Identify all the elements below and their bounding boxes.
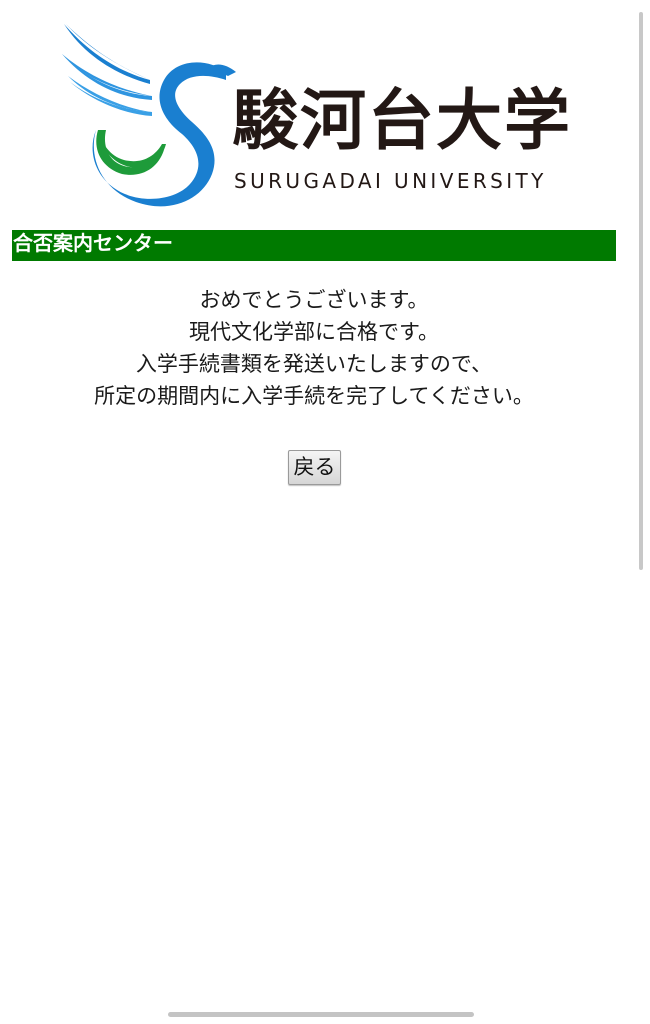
section-title: 合否案内センター xyxy=(13,231,173,255)
result-message: おめでとうございます。 現代文化学部に合格です。 入学手続書類を発送いたしますの… xyxy=(12,284,616,412)
back-button[interactable]: 戻る xyxy=(288,450,341,485)
message-line: 入学手続書類を発送いたしますので、 xyxy=(135,352,493,376)
section-title-bar: 合否案内センター xyxy=(12,230,616,261)
logo-name-en: SURUGADAI UNIVERSITY xyxy=(234,169,547,193)
message-line: おめでとうございます。 xyxy=(199,288,429,312)
home-indicator[interactable] xyxy=(168,1012,474,1017)
vertical-scrollbar[interactable] xyxy=(639,12,643,570)
university-logo: 駿河台大学 SURUGADAI UNIVERSITY xyxy=(58,18,578,214)
message-line: 所定の期間内に入学手続を完了してください。 xyxy=(94,384,534,408)
logo-name-ja: 駿河台大学 xyxy=(232,82,572,159)
message-line: 現代文化学部に合格です。 xyxy=(189,320,439,344)
result-page: 駿河台大学 SURUGADAI UNIVERSITY 合否案内センター おめでと… xyxy=(0,0,650,1024)
